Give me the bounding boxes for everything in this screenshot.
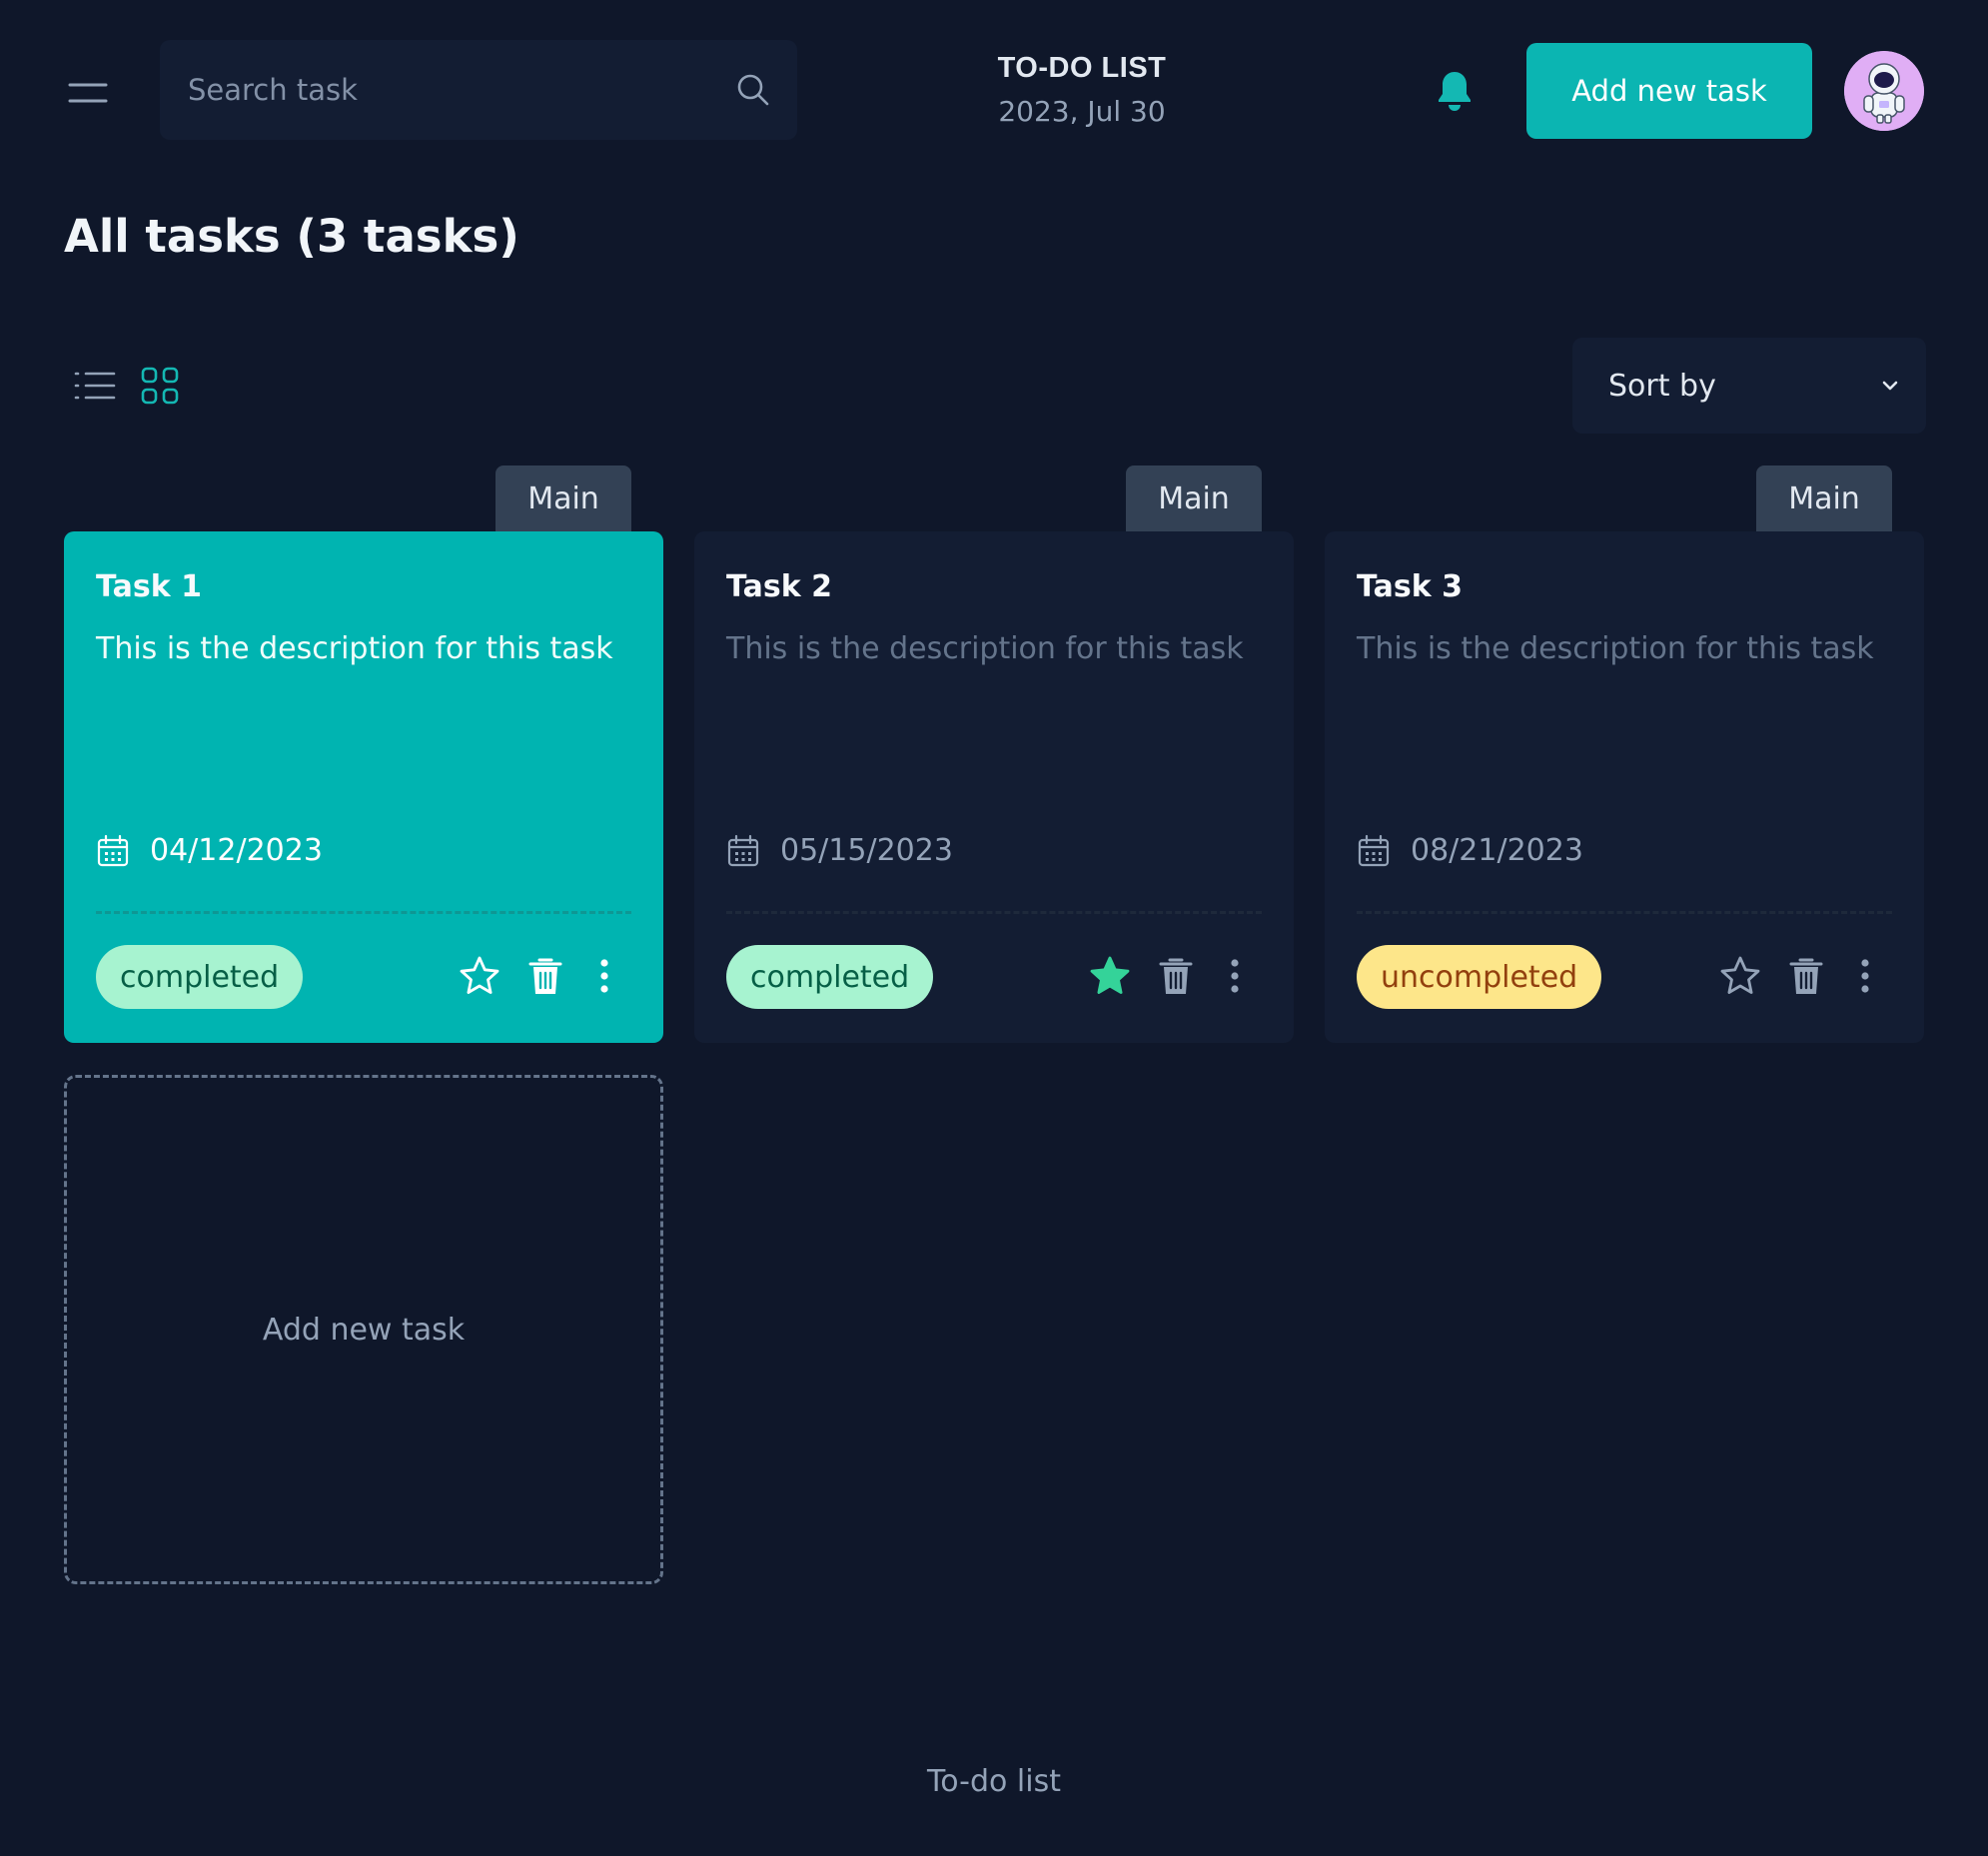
- status-badge[interactable]: completed: [96, 945, 304, 1009]
- calendar-icon: [97, 834, 129, 866]
- add-task-card-label: Add new task: [262, 1312, 466, 1348]
- header-date: 2023, Jul 30: [998, 95, 1166, 128]
- task-title: Task 2: [726, 569, 832, 604]
- trash-icon: [528, 958, 562, 994]
- more-options-button[interactable]: [1858, 953, 1872, 999]
- star-button[interactable]: [1718, 953, 1762, 999]
- more-vertical-icon: [1861, 959, 1869, 993]
- task-date: 04/12/2023: [150, 833, 323, 868]
- header-center: TO-DO LIST 2023, Jul 30: [899, 52, 1265, 128]
- grid-view-button[interactable]: [141, 367, 179, 405]
- calendar-icon: [727, 834, 759, 866]
- trash-icon: [1159, 958, 1193, 994]
- star-button[interactable]: [458, 953, 501, 999]
- star-outline-icon: [460, 956, 499, 994]
- search-input[interactable]: [188, 73, 735, 107]
- task-actions: [1088, 953, 1242, 999]
- task-description: This is the description for this task: [96, 631, 613, 666]
- star-button[interactable]: [1088, 953, 1132, 999]
- more-options-button[interactable]: [1228, 953, 1242, 999]
- task-actions: [458, 953, 611, 999]
- task-date: 08/21/2023: [1411, 833, 1583, 868]
- more-options-button[interactable]: [597, 953, 611, 999]
- app-title: TO-DO LIST: [997, 52, 1167, 84]
- star-filled-icon: [1090, 956, 1130, 994]
- task-tag: Main: [1126, 465, 1262, 531]
- calendar-icon: [1358, 834, 1390, 866]
- task-card-2: Main Task 2 This is the description for …: [694, 465, 1294, 1043]
- sort-dropdown[interactable]: Sort by: [1572, 338, 1926, 434]
- delete-button[interactable]: [523, 953, 567, 999]
- more-vertical-icon: [1231, 959, 1239, 993]
- task-card-1: Main Task 1 This is the description for …: [64, 465, 663, 1043]
- list-view-button[interactable]: [74, 368, 116, 404]
- card-divider: [726, 911, 1262, 914]
- task-actions: [1718, 953, 1872, 999]
- task-date-row: 05/15/2023: [726, 833, 953, 868]
- task-tag: Main: [496, 465, 631, 531]
- task-card-body[interactable]: Task 1 This is the description for this …: [64, 531, 663, 1043]
- chevron-down-icon: [1882, 381, 1898, 391]
- menu-icon: [68, 83, 108, 103]
- task-card-3: Main Task 3 This is the description for …: [1325, 465, 1924, 1043]
- more-vertical-icon: [600, 959, 608, 993]
- delete-button[interactable]: [1784, 953, 1828, 999]
- search-bar: [160, 40, 797, 140]
- grid-view-icon: [141, 367, 179, 405]
- task-description: This is the description for this task: [726, 631, 1244, 666]
- card-divider: [1357, 911, 1892, 914]
- bell-icon: [1439, 72, 1471, 111]
- page-title: All tasks (3 tasks): [64, 210, 519, 263]
- astronaut-avatar-icon: [1844, 51, 1924, 131]
- avatar[interactable]: [1844, 51, 1924, 131]
- task-date: 05/15/2023: [780, 833, 953, 868]
- list-view-icon: [74, 372, 116, 400]
- task-title: Task 3: [1357, 569, 1463, 604]
- menu-button[interactable]: [68, 78, 108, 108]
- task-card-body[interactable]: Task 3 This is the description for this …: [1325, 531, 1924, 1043]
- status-badge[interactable]: completed: [726, 945, 934, 1009]
- star-outline-icon: [1720, 956, 1760, 994]
- card-divider: [96, 911, 631, 914]
- task-date-row: 08/21/2023: [1357, 833, 1583, 868]
- trash-icon: [1789, 958, 1823, 994]
- add-task-card[interactable]: Add new task: [64, 1075, 663, 1584]
- notifications-button[interactable]: [1435, 69, 1475, 113]
- task-card-body[interactable]: Task 2 This is the description for this …: [694, 531, 1294, 1043]
- task-tag: Main: [1756, 465, 1892, 531]
- task-description: This is the description for this task: [1357, 631, 1874, 666]
- delete-button[interactable]: [1154, 953, 1198, 999]
- footer-text: To-do list: [927, 1764, 1061, 1799]
- sort-label: Sort by: [1608, 368, 1716, 404]
- add-task-button[interactable]: Add new task: [1526, 43, 1812, 139]
- status-badge[interactable]: uncompleted: [1357, 945, 1602, 1009]
- search-icon[interactable]: [735, 72, 771, 108]
- task-date-row: 04/12/2023: [96, 833, 323, 868]
- task-title: Task 1: [96, 569, 202, 604]
